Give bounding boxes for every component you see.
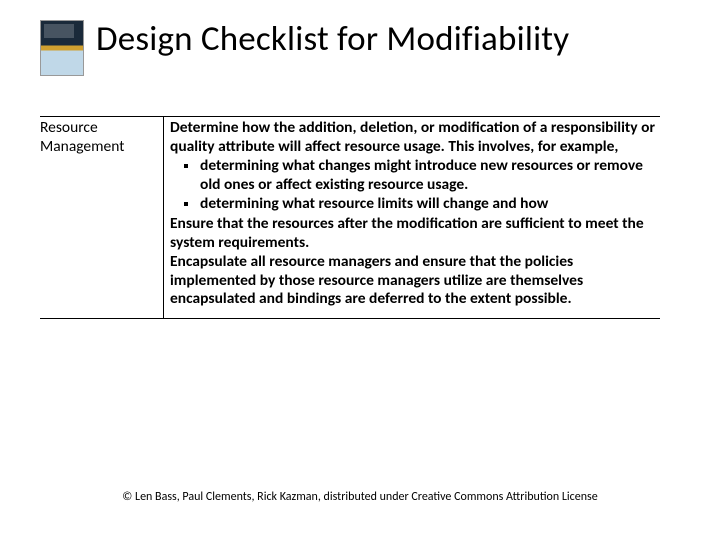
content-intro: Determine how the addition, deletion, or… bbox=[170, 119, 656, 156]
list-item: determining what changes might introduce… bbox=[170, 157, 656, 194]
content-para-3: Encapsulate all resource managers and en… bbox=[170, 253, 656, 309]
slide-footer: © Len Bass, Paul Clements, Rick Kazman, … bbox=[0, 490, 720, 504]
slide-title: Design Checklist for Modifiability bbox=[96, 20, 569, 59]
table-category-cell: Resource Management bbox=[40, 117, 164, 318]
table-content-cell: Determine how the addition, deletion, or… bbox=[164, 117, 660, 318]
list-item: determining what resource limits will ch… bbox=[170, 195, 656, 214]
book-cover-thumbnail bbox=[40, 20, 84, 76]
checklist-table: Resource Management Determine how the ad… bbox=[40, 116, 660, 319]
slide-header: Design Checklist for Modifiability bbox=[40, 20, 680, 76]
content-para-2: Ensure that the resources after the modi… bbox=[170, 215, 656, 252]
slide: Design Checklist for Modifiability Resou… bbox=[0, 0, 720, 540]
content-bullet-list: determining what changes might introduce… bbox=[170, 157, 656, 214]
